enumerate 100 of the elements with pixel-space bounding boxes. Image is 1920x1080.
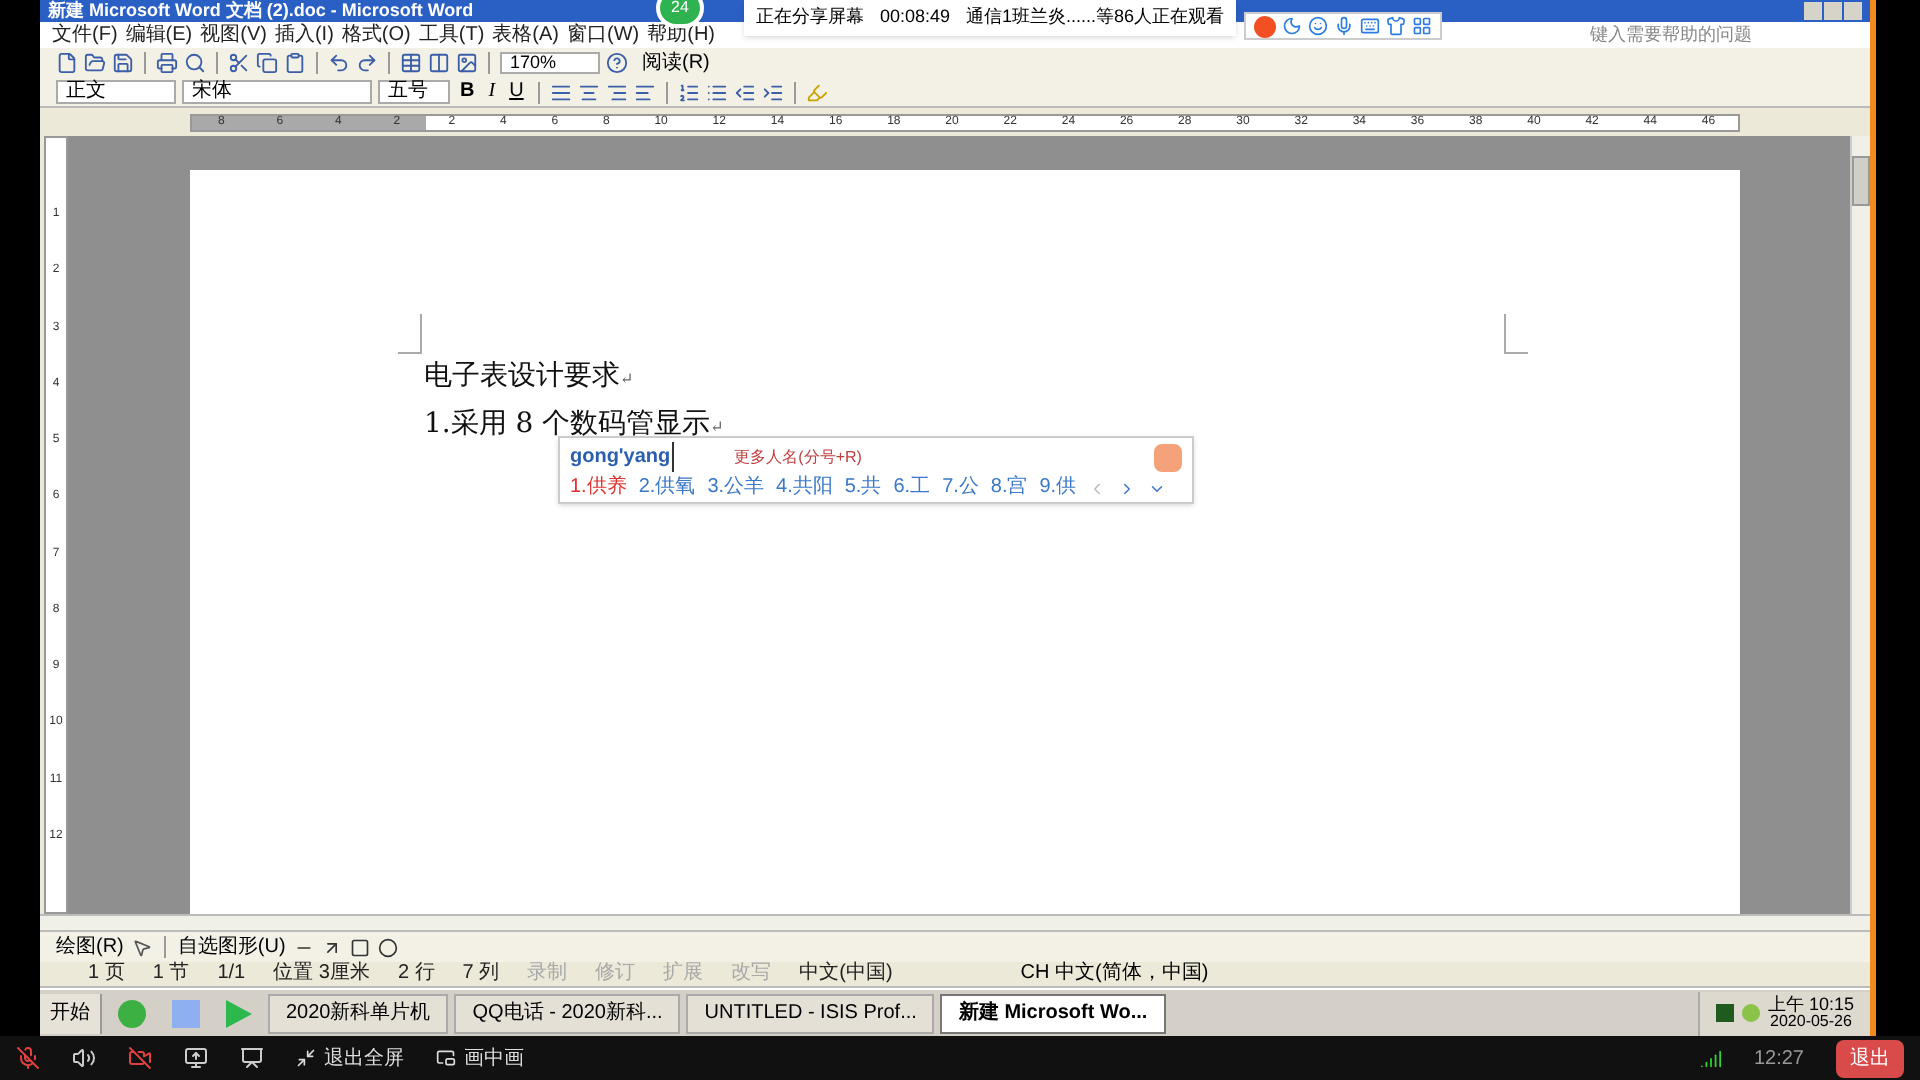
autoshapes-button[interactable]: 自选图形(U) — [177, 937, 286, 957]
mic-off-icon[interactable] — [16, 1046, 40, 1070]
table-icon[interactable] — [400, 52, 422, 74]
speaker-icon[interactable] — [72, 1046, 96, 1070]
menu-item[interactable]: 视图(V) — [200, 25, 267, 45]
sharing-timer: 00:08:49 — [880, 4, 951, 31]
ime-candidate[interactable]: 2.供氧 — [638, 478, 696, 498]
undo-icon[interactable] — [328, 52, 350, 74]
menu-item[interactable]: 窗口(W) — [567, 25, 640, 45]
rectangle-icon[interactable] — [349, 937, 370, 957]
help-icon[interactable] — [606, 52, 628, 74]
exit-fullscreen-icon — [296, 1048, 316, 1068]
screen-share-icon[interactable] — [184, 1046, 208, 1070]
ime-candidate[interactable]: 5.共 — [844, 478, 882, 498]
grid-icon[interactable] — [1412, 16, 1432, 36]
read-button[interactable]: 阅读(R) — [634, 53, 718, 73]
ime-candidate[interactable]: 6.工 — [893, 478, 931, 498]
ime-candidate[interactable]: 3.公羊 — [707, 478, 765, 498]
ime-hint: 更多人名(分号+R) — [734, 445, 862, 469]
status-item: 扩展 — [663, 964, 704, 984]
moon-icon[interactable] — [1282, 16, 1302, 36]
clipboard-icon[interactable] — [284, 52, 306, 74]
vertical-scrollbar[interactable] — [1850, 136, 1870, 914]
mic-icon[interactable] — [1334, 16, 1354, 36]
tray-icon[interactable] — [1715, 1004, 1734, 1022]
sharing-status: 正在分享屏幕 — [756, 4, 864, 31]
status-item: 1/1 — [217, 964, 246, 984]
align-center-icon[interactable] — [577, 81, 600, 103]
font-dropdown[interactable]: 宋体 — [182, 80, 372, 104]
smiley-icon[interactable] — [1308, 16, 1328, 36]
oval-icon[interactable] — [377, 937, 398, 957]
zoom-dropdown[interactable]: 170% — [500, 52, 600, 74]
underline-button[interactable]: U — [505, 82, 528, 102]
bold-button[interactable]: B — [456, 82, 479, 102]
status-item: 2 行 — [397, 964, 435, 984]
numbered-list-icon[interactable] — [677, 81, 700, 103]
exit-fullscreen-button[interactable]: 退出全屏 — [296, 1043, 404, 1073]
document-paragraph: 电子表设计要求↵ — [424, 358, 634, 396]
start-button[interactable]: 开始 — [40, 993, 102, 1033]
picture-in-picture-icon — [436, 1048, 456, 1068]
ime-candidate[interactable]: 1.供养 — [570, 478, 627, 498]
taskbar-item[interactable]: UNTITLED - ISIS Prof... — [686, 993, 935, 1033]
align-right-icon[interactable] — [605, 81, 628, 103]
ime-candidate[interactable]: 8.宫 — [990, 478, 1028, 498]
status-item: 1 节 — [152, 964, 190, 984]
scissors-icon[interactable] — [228, 52, 250, 74]
taskbar-item[interactable]: 2020新科单片机 — [268, 993, 449, 1033]
status-item: 改写 — [731, 964, 772, 984]
folder-icon[interactable] — [84, 52, 106, 74]
indent-icon[interactable] — [761, 81, 784, 103]
leave-button[interactable]: 退出 — [1836, 1039, 1904, 1077]
printer-icon[interactable] — [156, 52, 178, 74]
corner-mark — [1504, 314, 1528, 354]
arrow-icon[interactable] — [321, 937, 342, 957]
ime-candidate[interactable]: 4.共阳 — [776, 478, 833, 498]
status-item: 7 列 — [462, 964, 500, 984]
menu-item[interactable]: 插入(I) — [274, 25, 334, 45]
redo-icon[interactable] — [356, 52, 378, 74]
taskbar-item[interactable]: 新建 Microsoft Wo... — [940, 993, 1166, 1033]
style-dropdown[interactable]: 正文 — [56, 80, 176, 104]
draw-menu-button[interactable]: 绘图(R) — [56, 937, 124, 957]
menu-item[interactable]: 表格(A) — [492, 25, 559, 45]
image-icon[interactable] — [456, 52, 478, 74]
menu-item[interactable]: 文件(F) — [52, 25, 118, 45]
ime-candidate[interactable]: 9.供 — [1039, 478, 1077, 498]
status-item: 修订 — [595, 964, 636, 984]
status-item: 1 页 — [88, 964, 125, 984]
columns-icon[interactable] — [428, 52, 450, 74]
italic-button[interactable]: I — [484, 82, 500, 102]
align-justify-icon[interactable] — [549, 81, 572, 103]
shirt-icon[interactable] — [1386, 16, 1406, 36]
language-indicator: CH 中文(简体，中国) — [1020, 964, 1209, 984]
clock-time: 上午 10:15 — [1767, 996, 1854, 1014]
horizontal-scrollbar[interactable] — [40, 914, 1870, 932]
pointer-icon[interactable] — [131, 937, 152, 957]
status-item: 录制 — [527, 964, 568, 984]
picture-in-picture-button[interactable]: 画中画 — [436, 1043, 524, 1073]
corner-mark — [398, 314, 422, 354]
document-paragraph: 1.采用 8 个数码管显示↵ — [424, 406, 724, 444]
taskbar-item[interactable]: QQ电话 - 2020新科... — [454, 993, 681, 1033]
viewers-count: 通信1班兰炎......等86人正在观看 — [966, 4, 1225, 31]
outdent-icon[interactable] — [733, 81, 756, 103]
save-icon[interactable] — [112, 52, 134, 74]
ime-candidate[interactable]: 7.公 — [942, 478, 979, 498]
keyboard-icon[interactable] — [1360, 16, 1380, 36]
align-left-icon[interactable] — [633, 81, 656, 103]
search-icon[interactable] — [184, 52, 206, 74]
status-item: 中文(中国) — [799, 964, 893, 984]
copy-icon[interactable] — [256, 52, 278, 74]
clock-date: 2020-05-26 — [1770, 1014, 1852, 1030]
menu-item[interactable]: 工具(T) — [418, 25, 485, 45]
menu-item[interactable]: 编辑(E) — [125, 25, 193, 45]
camera-off-icon[interactable] — [128, 1046, 152, 1070]
new-document-icon[interactable] — [56, 52, 78, 74]
font-size-dropdown[interactable]: 五号 — [378, 80, 450, 104]
status-item: 位置 3厘米 — [273, 964, 370, 984]
menu-item[interactable]: 格式(O) — [341, 25, 411, 45]
meeting-time: 12:27 — [1753, 1045, 1804, 1073]
window-title: 新建 Microsoft Word 文档 (2).doc - Microsoft Word — [48, 2, 474, 20]
whiteboard-icon[interactable] — [240, 1046, 264, 1070]
